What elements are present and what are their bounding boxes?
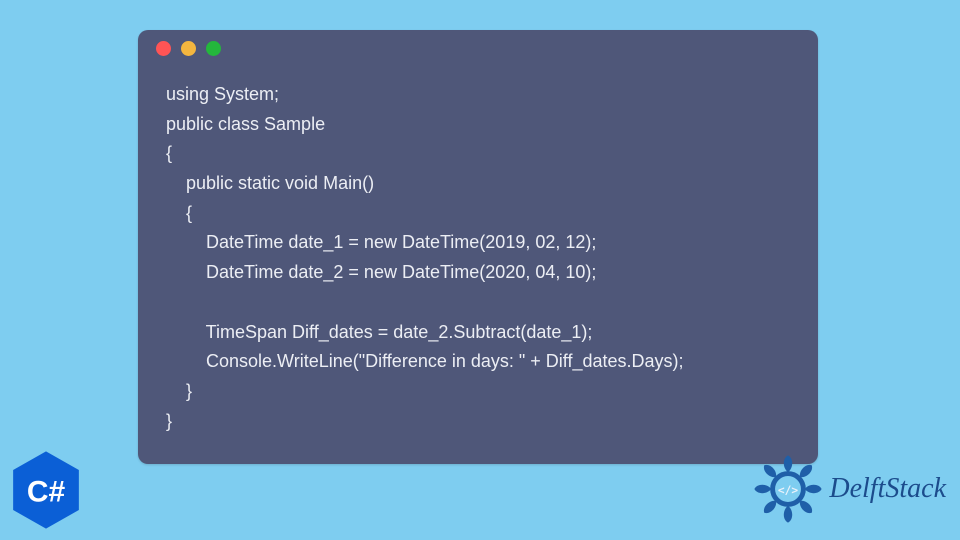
close-icon — [156, 41, 171, 56]
csharp-badge-label: C# — [27, 475, 66, 508]
maximize-icon — [206, 41, 221, 56]
csharp-badge-icon: C# — [10, 450, 82, 530]
brand-logo-icon: </> — [753, 454, 823, 524]
minimize-icon — [181, 41, 196, 56]
svg-text:</>: </> — [778, 484, 798, 497]
code-block: using System; public class Sample { publ… — [138, 66, 818, 440]
code-window: using System; public class Sample { publ… — [138, 30, 818, 464]
brand-name: DelftStack — [829, 473, 946, 505]
brand-block: </> DelftStack — [753, 454, 946, 524]
window-titlebar — [138, 30, 818, 66]
